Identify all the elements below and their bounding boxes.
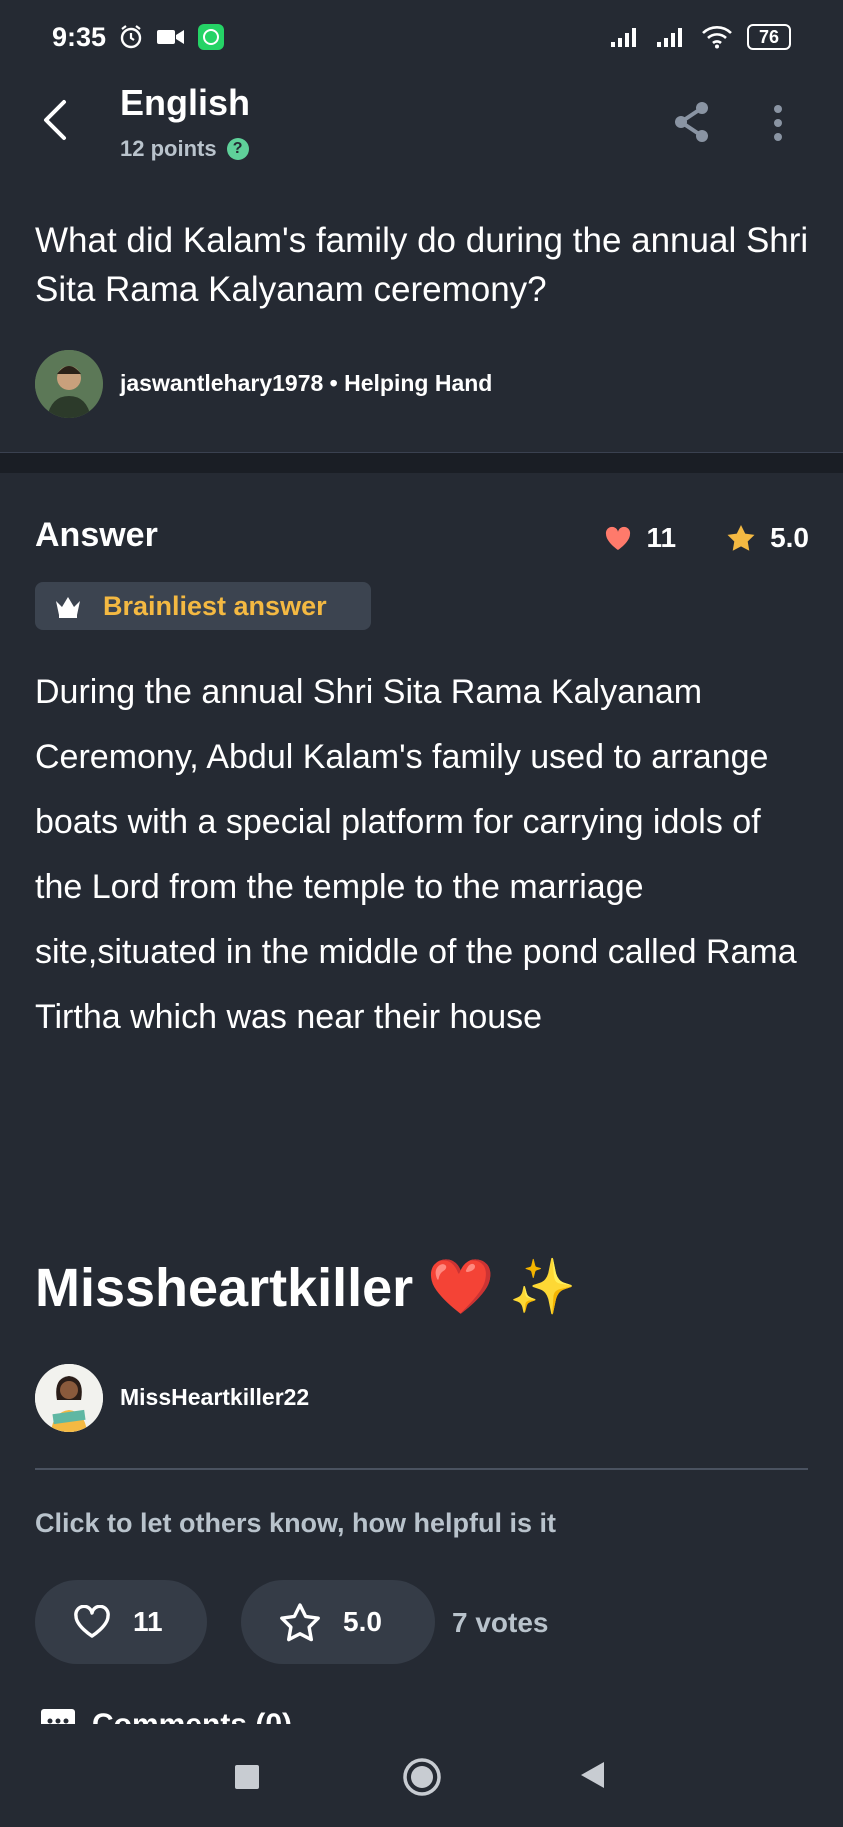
brainliest-label: Brainliest answer: [103, 590, 327, 621]
asker-name[interactable]: jaswantlehary1978 • Helping Hand: [120, 370, 492, 397]
points-label: 12 points ?: [120, 136, 249, 162]
like-count: 11: [133, 1606, 163, 1637]
answer-signature: Missheartkiller ❤️ ✨: [35, 1256, 577, 1319]
signal-icon: [610, 28, 636, 47]
answer-heading: Answer: [35, 516, 158, 554]
answerer-avatar[interactable]: [35, 1364, 103, 1432]
home-circle-icon: [403, 1758, 441, 1796]
status-icons-left: [118, 24, 224, 50]
brainliest-badge: Brainliest answer: [35, 582, 371, 630]
section-divider: [0, 452, 843, 473]
rate-button[interactable]: 5.0: [241, 1580, 435, 1664]
wifi-icon: [702, 26, 732, 49]
video-call-icon: [157, 30, 184, 44]
whatsapp-icon: [198, 24, 224, 50]
signature-text: Missheartkiller: [35, 1257, 414, 1318]
like-button[interactable]: 11: [35, 1580, 207, 1664]
girl-reading-avatar-icon: [35, 1364, 103, 1432]
crown-icon: [56, 597, 80, 618]
signature-emoji: ❤️ ✨: [427, 1257, 577, 1317]
chevron-left-icon: [44, 100, 66, 140]
triangle-back-icon: [581, 1762, 604, 1788]
star-outline-icon: [280, 1603, 320, 1642]
heart-icon: [606, 526, 631, 550]
points-text: 12 points: [120, 136, 217, 161]
helpful-prompt: Click to let others know, how helpful is…: [35, 1508, 557, 1538]
more-options-button[interactable]: [772, 104, 784, 147]
more-vertical-icon: [774, 105, 782, 141]
question-text: What did Kalam's family do during the an…: [35, 221, 809, 309]
answer-stats: 11 5.0: [604, 522, 809, 554]
recent-apps-button[interactable]: [235, 1765, 259, 1789]
person-photo-icon: [35, 350, 103, 418]
comment-icon: [41, 1709, 75, 1724]
status-time: 9:35: [52, 22, 107, 52]
answer-rating: 5.0: [770, 522, 809, 553]
signal-icon-2: [656, 28, 682, 47]
votes-count: 7 votes: [452, 1607, 549, 1638]
answer-body: During the annual Shri Sita Rama Kalyana…: [35, 673, 797, 1036]
status-icons-right: 76: [609, 24, 791, 50]
rating-value: 5.0: [343, 1606, 382, 1637]
share-icon: [675, 102, 708, 142]
star-icon: [727, 525, 755, 551]
system-back-button[interactable]: [578, 1760, 606, 1795]
share-button[interactable]: [672, 100, 712, 149]
feedback-divider: [35, 1468, 808, 1470]
heart-outline-icon: [74, 1605, 110, 1638]
battery-indicator: 76: [746, 24, 791, 50]
answer-likes: 11: [646, 522, 677, 553]
asker-avatar[interactable]: [35, 350, 103, 418]
answerer-name[interactable]: MissHeartkiller22: [120, 1384, 309, 1411]
back-button[interactable]: [40, 98, 70, 147]
subject-title: English: [120, 82, 251, 123]
alarm-icon: [120, 25, 142, 49]
comments-label: Comments (0): [92, 1708, 292, 1724]
help-icon[interactable]: ?: [226, 138, 249, 160]
home-button[interactable]: [402, 1757, 442, 1802]
comments-toggle[interactable]: Comments (0): [40, 1698, 292, 1724]
